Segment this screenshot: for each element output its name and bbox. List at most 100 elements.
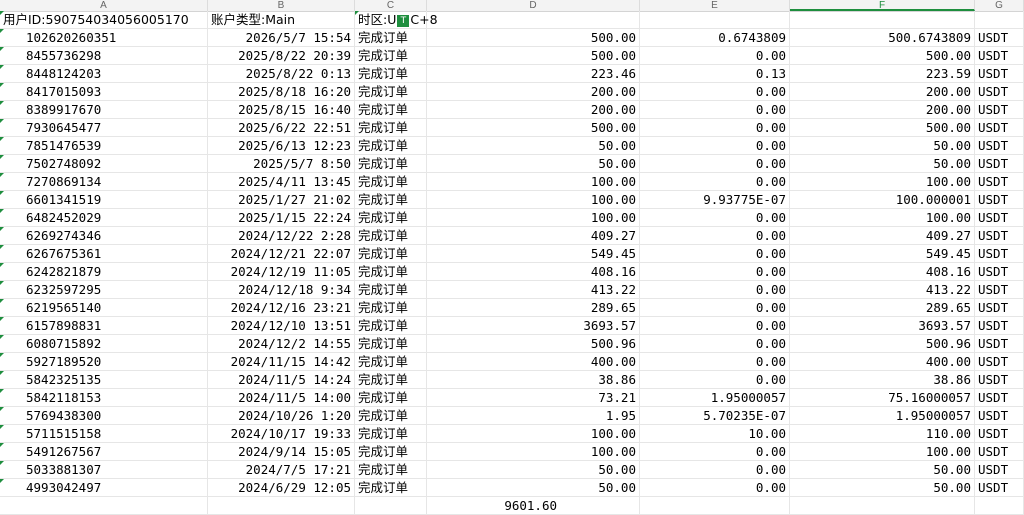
time-cell[interactable]: 2024/7/5 17:21: [208, 461, 355, 478]
amount-cell[interactable]: 500.96: [427, 335, 640, 352]
amount-cell[interactable]: 100.00: [427, 425, 640, 442]
amount-cell[interactable]: 50.00: [427, 137, 640, 154]
currency-cell[interactable]: USDT: [975, 137, 1024, 154]
column-header-d[interactable]: D: [427, 0, 640, 11]
amount-cell[interactable]: 223.46: [427, 65, 640, 82]
total-cell[interactable]: 400.00: [790, 353, 975, 370]
currency-cell[interactable]: USDT: [975, 461, 1024, 478]
empty-cell[interactable]: [790, 11, 975, 28]
time-cell[interactable]: 2024/10/17 19:33: [208, 425, 355, 442]
fee-cell[interactable]: 0.00: [640, 101, 790, 118]
amount-cell[interactable]: 500.00: [427, 119, 640, 136]
order-id-cell[interactable]: 6267675361: [0, 245, 208, 262]
order-id-cell[interactable]: 6601341519: [0, 191, 208, 208]
total-cell[interactable]: 549.45: [790, 245, 975, 262]
time-cell[interactable]: 2025/1/15 22:24: [208, 209, 355, 226]
order-id-cell[interactable]: 6482452029: [0, 209, 208, 226]
time-cell[interactable]: 2024/12/19 11:05: [208, 263, 355, 280]
order-id-cell[interactable]: 7502748092: [0, 155, 208, 172]
currency-cell[interactable]: USDT: [975, 389, 1024, 406]
time-cell[interactable]: 2025/8/22 0:13: [208, 65, 355, 82]
currency-cell[interactable]: USDT: [975, 335, 1024, 352]
order-id-cell[interactable]: 5842118153: [0, 389, 208, 406]
order-id-cell[interactable]: 6157898831: [0, 317, 208, 334]
time-cell[interactable]: 2024/12/21 22:07: [208, 245, 355, 262]
amount-cell[interactable]: 409.27: [427, 227, 640, 244]
fee-cell[interactable]: 0.00: [640, 227, 790, 244]
total-cell[interactable]: 500.00: [790, 47, 975, 64]
fee-cell[interactable]: 5.70235E-07: [640, 407, 790, 424]
total-cell[interactable]: 500.6743809: [790, 29, 975, 46]
amount-cell[interactable]: 289.65: [427, 299, 640, 316]
time-cell[interactable]: 2025/1/27 21:02: [208, 191, 355, 208]
fee-cell[interactable]: 0.00: [640, 443, 790, 460]
fee-cell[interactable]: 0.00: [640, 155, 790, 172]
total-cell[interactable]: 500.00: [790, 119, 975, 136]
order-id-cell[interactable]: 5842325135: [0, 371, 208, 388]
column-header-b[interactable]: B: [208, 0, 355, 11]
amount-cell[interactable]: 38.86: [427, 371, 640, 388]
total-cell[interactable]: 500.96: [790, 335, 975, 352]
amount-cell[interactable]: 50.00: [427, 479, 640, 496]
currency-cell[interactable]: USDT: [975, 65, 1024, 82]
fee-cell[interactable]: 0.00: [640, 263, 790, 280]
time-cell[interactable]: 2024/11/5 14:24: [208, 371, 355, 388]
currency-cell[interactable]: USDT: [975, 353, 1024, 370]
order-id-cell[interactable]: 6219565140: [0, 299, 208, 316]
currency-cell[interactable]: USDT: [975, 371, 1024, 388]
currency-cell[interactable]: USDT: [975, 29, 1024, 46]
account-type-cell[interactable]: 账户类型:Main: [208, 11, 355, 28]
empty-cell[interactable]: [427, 11, 640, 28]
order-id-cell[interactable]: 5711515158: [0, 425, 208, 442]
total-cell[interactable]: 409.27: [790, 227, 975, 244]
status-cell[interactable]: 完成订单: [355, 389, 427, 406]
total-cell[interactable]: 223.59: [790, 65, 975, 82]
fee-cell[interactable]: 1.95000057: [640, 389, 790, 406]
sum-cell[interactable]: 9601.60: [427, 497, 640, 514]
fee-cell[interactable]: 0.00: [640, 83, 790, 100]
status-cell[interactable]: 完成订单: [355, 425, 427, 442]
total-cell[interactable]: 38.86: [790, 371, 975, 388]
status-cell[interactable]: 完成订单: [355, 65, 427, 82]
order-id-cell[interactable]: 5769438300: [0, 407, 208, 424]
status-cell[interactable]: 完成订单: [355, 173, 427, 190]
total-cell[interactable]: 100.000001: [790, 191, 975, 208]
column-header-f[interactable]: F: [790, 0, 975, 11]
order-id-cell[interactable]: 8417015093: [0, 83, 208, 100]
total-cell[interactable]: 200.00: [790, 83, 975, 100]
order-id-cell[interactable]: 8448124203: [0, 65, 208, 82]
amount-cell[interactable]: 100.00: [427, 191, 640, 208]
time-cell[interactable]: 2025/6/22 22:51: [208, 119, 355, 136]
order-id-cell[interactable]: 5033881307: [0, 461, 208, 478]
time-cell[interactable]: 2025/4/11 13:45: [208, 173, 355, 190]
fee-cell[interactable]: 0.00: [640, 245, 790, 262]
column-header-a[interactable]: A: [0, 0, 208, 11]
time-cell[interactable]: 2024/6/29 12:05: [208, 479, 355, 496]
order-id-cell[interactable]: 5927189520: [0, 353, 208, 370]
status-cell[interactable]: 完成订单: [355, 245, 427, 262]
amount-cell[interactable]: 50.00: [427, 461, 640, 478]
currency-cell[interactable]: USDT: [975, 479, 1024, 496]
currency-cell[interactable]: USDT: [975, 119, 1024, 136]
time-cell[interactable]: 2024/12/22 2:28: [208, 227, 355, 244]
currency-cell[interactable]: USDT: [975, 101, 1024, 118]
status-cell[interactable]: 完成订单: [355, 137, 427, 154]
empty-cell[interactable]: [790, 497, 975, 514]
currency-cell[interactable]: USDT: [975, 245, 1024, 262]
currency-cell[interactable]: USDT: [975, 281, 1024, 298]
order-id-cell[interactable]: 5491267567: [0, 443, 208, 460]
amount-cell[interactable]: 413.22: [427, 281, 640, 298]
fee-cell[interactable]: 0.13: [640, 65, 790, 82]
time-cell[interactable]: 2024/12/16 23:21: [208, 299, 355, 316]
status-cell[interactable]: 完成订单: [355, 371, 427, 388]
order-id-cell[interactable]: 7930645477: [0, 119, 208, 136]
fee-cell[interactable]: 0.00: [640, 299, 790, 316]
status-cell[interactable]: 完成订单: [355, 227, 427, 244]
order-id-cell[interactable]: 6242821879: [0, 263, 208, 280]
time-cell[interactable]: 2024/11/5 14:00: [208, 389, 355, 406]
status-cell[interactable]: 完成订单: [355, 191, 427, 208]
status-cell[interactable]: 完成订单: [355, 83, 427, 100]
order-id-cell[interactable]: 6080715892: [0, 335, 208, 352]
currency-cell[interactable]: USDT: [975, 425, 1024, 442]
order-id-cell[interactable]: 7851476539: [0, 137, 208, 154]
